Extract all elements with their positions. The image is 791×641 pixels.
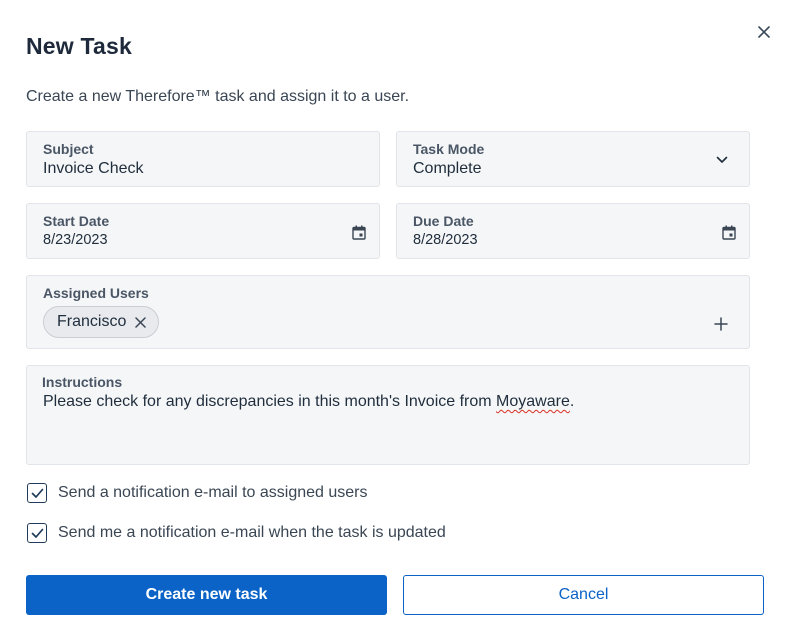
instructions-text: Please check for any discrepancies in th… — [43, 393, 497, 410]
calendar-icon[interactable] — [719, 222, 739, 242]
subject-field[interactable]: Subject Invoice Check — [26, 131, 380, 187]
chevron-down-icon[interactable] — [712, 150, 732, 170]
dialog-subtitle: Create a new Therefore™ task and assign … — [26, 88, 410, 105]
close-icon — [758, 26, 770, 38]
user-chip-label: Francisco — [57, 313, 127, 330]
task-mode-value: Complete — [413, 160, 482, 177]
user-chip: Francisco — [43, 306, 160, 338]
assigned-users-label: Assigned Users — [43, 285, 149, 301]
notify-assigned-label: Send a notification e-mail to assigned u… — [58, 484, 368, 501]
instructions-text-end: . — [569, 393, 575, 410]
new-task-dialog: New Task Create a new Therefore™ task an… — [0, 0, 791, 641]
notify-me-label: Send me a notification e-mail when the t… — [58, 524, 446, 541]
due-date-field[interactable]: Due Date 8/28/2023 — [396, 203, 750, 259]
create-task-button[interactable]: Create new task — [26, 575, 387, 615]
cancel-button[interactable]: Cancel — [403, 575, 764, 615]
task-mode-label: Task Mode — [413, 141, 485, 157]
notify-me-checkbox[interactable] — [27, 523, 47, 543]
instructions-field[interactable]: Instructions Please check for any discre… — [26, 365, 750, 465]
checkmark-icon — [31, 528, 43, 538]
close-button[interactable] — [752, 20, 776, 44]
dialog-title: New Task — [26, 33, 132, 59]
instructions-textarea[interactable]: Please check for any discrepancies in th… — [43, 393, 574, 411]
start-date-input[interactable]: 8/23/2023 — [43, 232, 108, 248]
start-date-field[interactable]: Start Date 8/23/2023 — [26, 203, 380, 259]
subject-label: Subject — [43, 141, 94, 157]
notify-assigned-checkbox[interactable] — [27, 483, 47, 503]
notify-assigned-option: Send a notification e-mail to assigned u… — [27, 483, 368, 503]
remove-user-button[interactable] — [135, 316, 147, 328]
instructions-label: Instructions — [42, 374, 123, 390]
checkmark-icon — [31, 488, 43, 498]
due-date-label: Due Date — [413, 213, 474, 229]
calendar-icon[interactable] — [349, 222, 369, 242]
task-mode-select[interactable]: Task Mode Complete — [396, 131, 750, 187]
start-date-label: Start Date — [43, 213, 110, 229]
assigned-users-field[interactable]: Assigned Users Francisco — [26, 275, 750, 349]
misspelled-word: Moyaware — [496, 393, 570, 410]
subject-input[interactable]: Invoice Check — [43, 160, 144, 178]
due-date-input[interactable]: 8/28/2023 — [413, 232, 478, 248]
plus-icon[interactable] — [711, 314, 731, 334]
close-icon — [135, 316, 147, 328]
notify-me-option: Send me a notification e-mail when the t… — [27, 523, 446, 543]
